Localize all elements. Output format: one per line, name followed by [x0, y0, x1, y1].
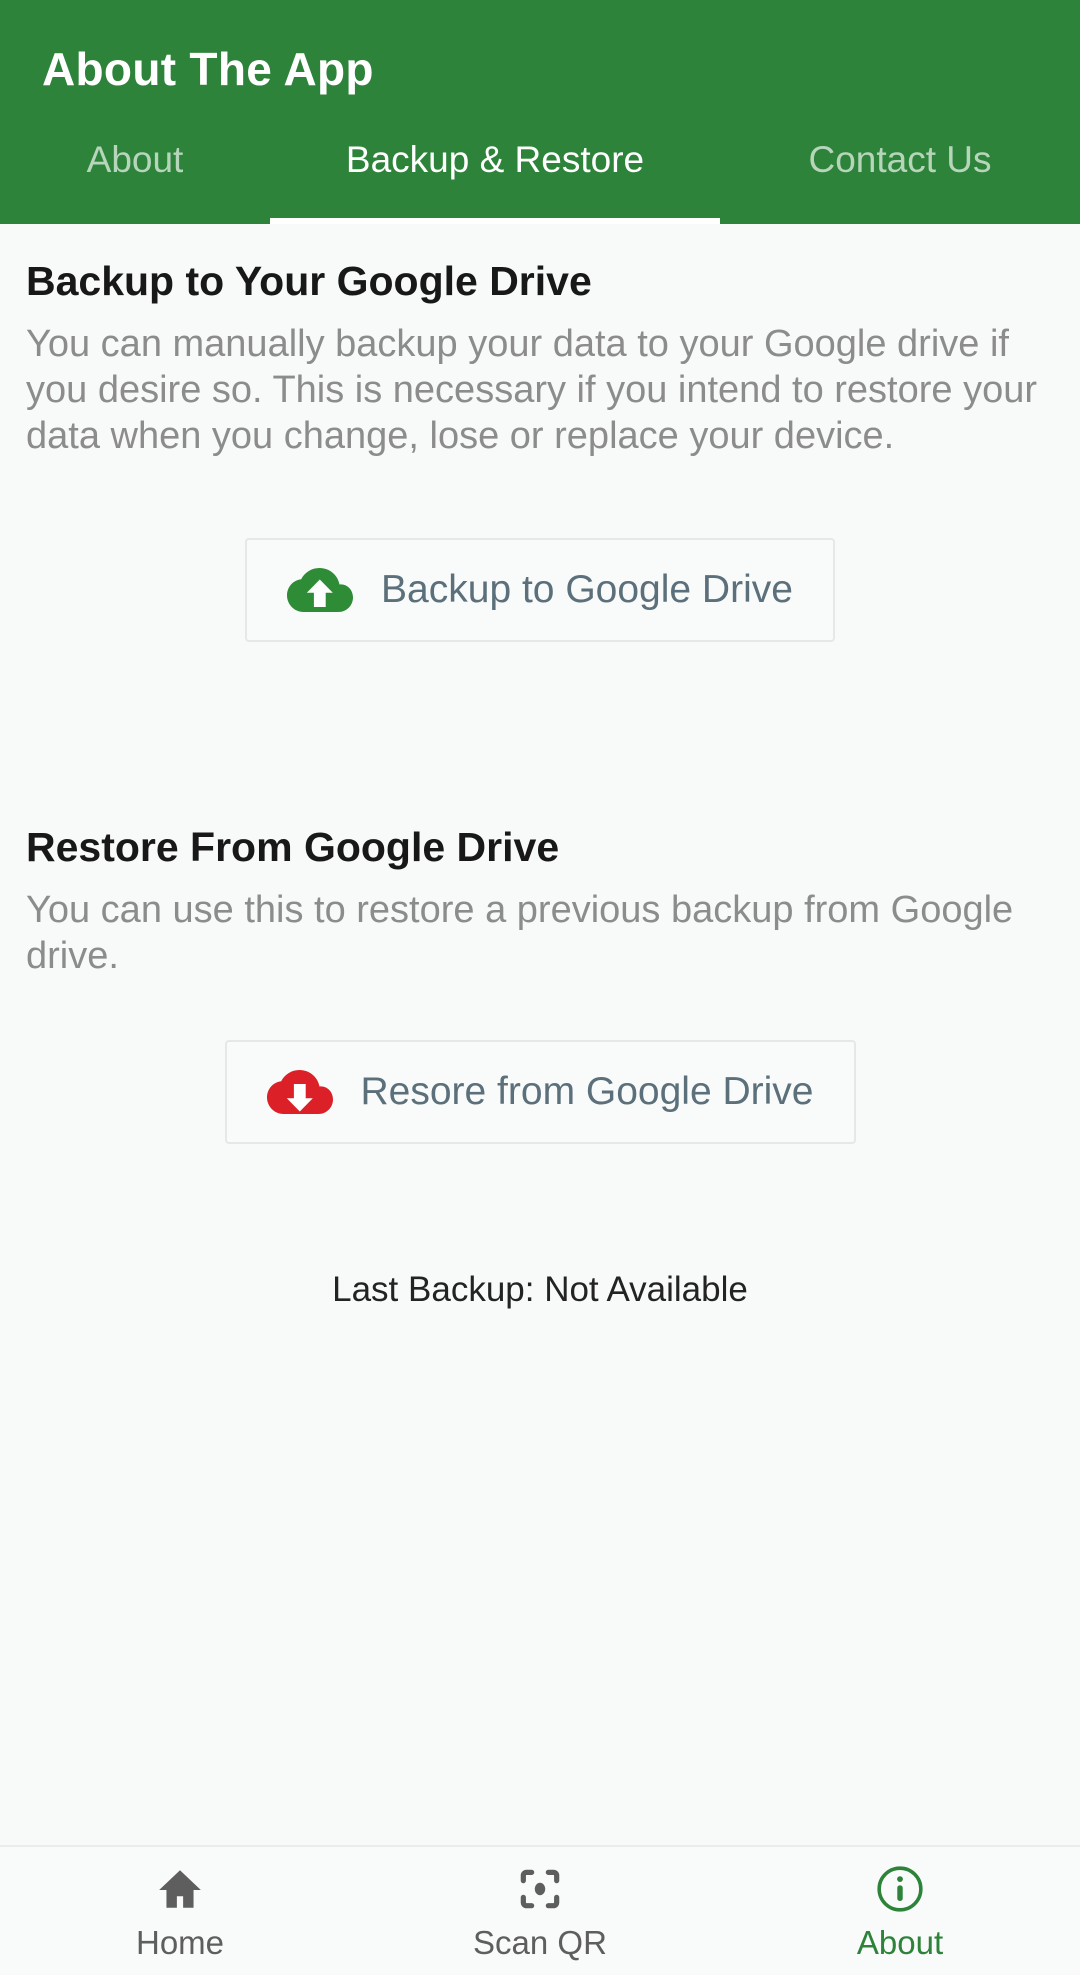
restore-section-title: Restore From Google Drive: [26, 823, 560, 870]
tab-backup-restore[interactable]: Backup & Restore: [270, 141, 720, 224]
bottom-navigation: Home Scan QR About: [0, 1845, 1080, 1975]
nav-item-scan-qr[interactable]: Scan QR: [360, 1864, 720, 1959]
page-title: About The App: [42, 43, 374, 95]
restore-section: Restore From Google Drive You can use th…: [26, 824, 1054, 1144]
tab-backup-restore-label: Backup & Restore: [345, 138, 645, 180]
info-icon: [875, 1864, 925, 1914]
nav-item-home[interactable]: Home: [0, 1864, 360, 1959]
restore-button-row: Resore from Google Drive: [26, 1039, 1054, 1144]
backup-section-body: You can manually backup your data to you…: [26, 322, 1038, 458]
backup-section-title: Backup to Your Google Drive: [26, 257, 592, 304]
nav-item-about-label: About: [856, 1923, 944, 1961]
app-screen: About The App About Backup & Restore Con…: [0, 0, 1080, 1975]
tab-about[interactable]: About: [0, 141, 270, 224]
tab-bar: About Backup & Restore Contact Us: [0, 129, 1080, 224]
app-bar: About The App About Backup & Restore Con…: [0, 0, 1080, 224]
restore-from-google-drive-button[interactable]: Resore from Google Drive: [224, 1039, 856, 1144]
backup-section: Backup to Your Google Drive You can manu…: [26, 258, 1054, 642]
restore-section-body: You can use this to restore a previous b…: [26, 888, 1014, 978]
nav-item-home-label: Home: [135, 1923, 225, 1961]
home-icon: [155, 1864, 205, 1914]
backup-to-google-drive-button[interactable]: Backup to Google Drive: [245, 537, 835, 642]
tab-contact-us[interactable]: Contact Us: [720, 141, 1080, 224]
tab-about-label: About: [86, 138, 184, 180]
tab-contact-us-label: Contact Us: [808, 138, 992, 180]
content-area: Backup to Your Google Drive You can manu…: [0, 223, 1080, 1845]
restore-button-label: Resore from Google Drive: [360, 1070, 814, 1114]
nav-item-about[interactable]: About: [720, 1864, 1080, 1959]
cloud-upload-icon: [281, 562, 355, 618]
cloud-download-icon: [261, 1064, 335, 1120]
nav-item-scan-qr-label: Scan QR: [473, 1923, 607, 1961]
qr-scan-icon: [515, 1864, 565, 1914]
backup-button-label: Backup to Google Drive: [381, 568, 793, 612]
last-backup-status: Last Backup: Not Available: [332, 1269, 748, 1309]
backup-button-row: Backup to Google Drive: [26, 537, 1054, 642]
